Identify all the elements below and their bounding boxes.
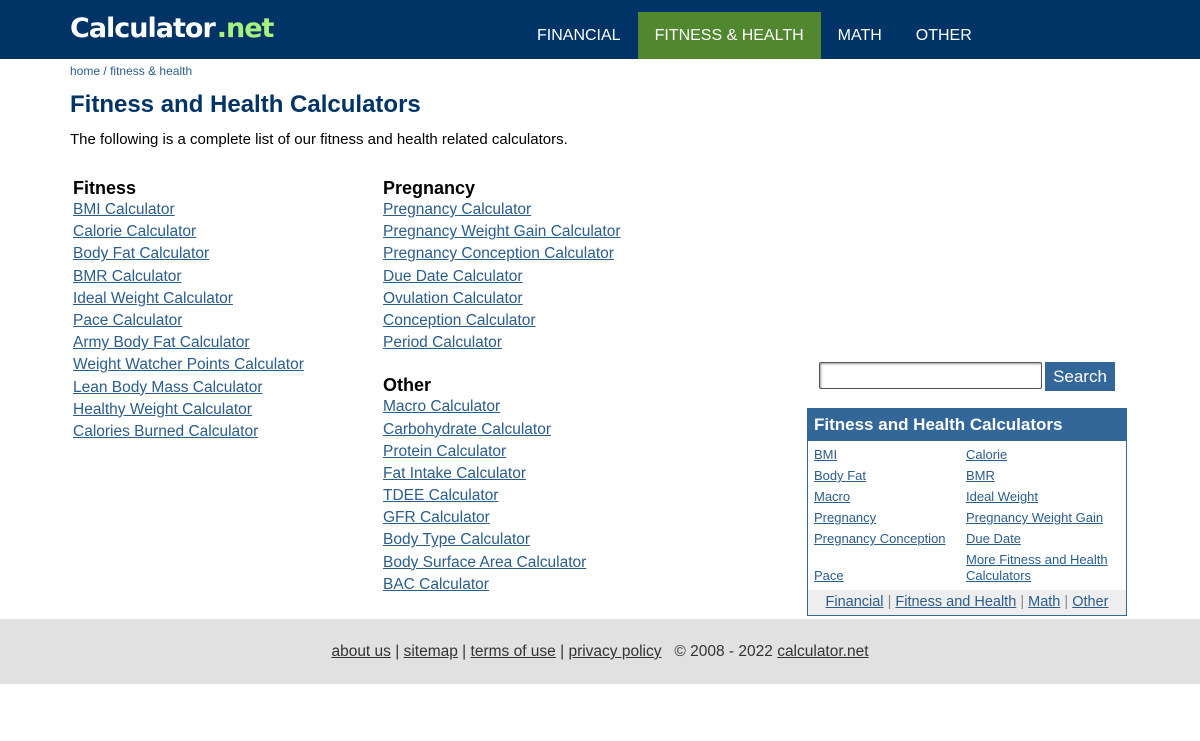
nav-other[interactable]: OTHER [899, 12, 989, 59]
sidebox-link-pregnancy-conception[interactable]: Pregnancy Conception [814, 531, 946, 547]
top-bar: Calculator.net FINANCIAL FITNESS & HEALT… [0, 0, 1200, 59]
calculator-link[interactable]: Fat Intake Calculator [383, 463, 683, 485]
search-button[interactable]: Search [1045, 362, 1115, 391]
footer-copyright: © 2008 - 2022 [674, 643, 773, 660]
sidebox-link-bmi[interactable]: BMI [814, 447, 837, 463]
sidebox-link-pace[interactable]: Pace [814, 568, 844, 584]
calculator-link[interactable]: Calorie Calculator [73, 221, 373, 243]
sidebox-footer: Financial | Fitness and Health | Math | … [808, 590, 1126, 615]
calculator-link[interactable]: Weight Watcher Points Calculator [73, 354, 373, 376]
calculator-link[interactable]: Body Surface Area Calculator [383, 552, 683, 574]
sidebox-link-macro[interactable]: Macro [814, 489, 850, 505]
sidebox-footer-math[interactable]: Math [1028, 594, 1060, 610]
nav-fitness-health[interactable]: FITNESS & HEALTH [637, 12, 821, 59]
calculator-link[interactable]: BMI Calculator [73, 199, 373, 221]
calculator-link[interactable]: Pregnancy Conception Calculator [383, 243, 683, 265]
calculator-link[interactable]: Lean Body Mass Calculator [73, 377, 373, 399]
logo-suffix: .net [216, 13, 275, 44]
sidebox-link-due-date[interactable]: Due Date [966, 531, 1021, 547]
footer-separator: | [395, 643, 400, 660]
breadcrumb-current[interactable]: fitness & health [110, 64, 192, 78]
sidebox-footer-other[interactable]: Other [1072, 594, 1108, 610]
page-intro: The following is a complete list of our … [70, 131, 568, 148]
calculator-link[interactable]: Protein Calculator [383, 441, 683, 463]
footer-privacy-policy[interactable]: privacy policy [568, 643, 661, 660]
sidebox-link-pregnancy-weight-gain[interactable]: Pregnancy Weight Gain [966, 510, 1103, 526]
footer-separator: | [560, 643, 565, 660]
footer-site-link[interactable]: calculator.net [777, 643, 868, 660]
calculator-link[interactable]: Due Date Calculator [383, 266, 683, 288]
sidebox-footer-separator: | [887, 594, 892, 610]
sidebox-footer-financial[interactable]: Financial [826, 594, 884, 610]
sidebox-footer-fitness-health[interactable]: Fitness and Health [895, 594, 1016, 610]
site-logo[interactable]: Calculator.net [70, 12, 275, 46]
sidebox-link-ideal-weight[interactable]: Ideal Weight [966, 489, 1038, 505]
calculator-link[interactable]: BAC Calculator [383, 574, 683, 596]
sidebox-footer-separator: | [1020, 594, 1025, 610]
pregnancy-heading: Pregnancy [383, 178, 476, 198]
logo-main: Calculator [70, 13, 216, 44]
footer-sitemap[interactable]: sitemap [404, 643, 458, 660]
calculator-link[interactable]: Pregnancy Calculator [383, 199, 683, 221]
pregnancy-other-column: Pregnancy Pregnancy Calculator Pregnancy … [383, 177, 683, 596]
calculator-link[interactable]: Conception Calculator [383, 310, 683, 332]
nav-math[interactable]: MATH [821, 12, 899, 59]
page-title: Fitness and Health Calculators [70, 91, 421, 118]
sidebox-footer-separator: | [1064, 594, 1069, 610]
fitness-links: BMI Calculator Calorie Calculator Body Fat… [73, 199, 373, 443]
calculator-link[interactable]: TDEE Calculator [383, 485, 683, 507]
breadcrumb-home[interactable]: home [70, 64, 100, 78]
pregnancy-links: Pregnancy Calculator Pregnancy Weight Gai… [383, 199, 683, 354]
footer-separator: | [462, 643, 467, 660]
sidebox-link-pregnancy[interactable]: Pregnancy [814, 510, 876, 526]
footer-terms-of-use[interactable]: terms of use [471, 643, 556, 660]
other-heading: Other [383, 375, 432, 396]
nav-financial[interactable]: FINANCIAL [520, 12, 638, 59]
breadcrumb: home / fitness & health [70, 64, 192, 78]
fitness-heading: Fitness [73, 178, 137, 198]
calculator-link[interactable]: Pace Calculator [73, 310, 373, 332]
calculator-link[interactable]: Carbohydrate Calculator [383, 419, 683, 441]
other-links: Macro Calculator Carbohydrate Calculator P… [383, 396, 683, 596]
search-input[interactable] [819, 362, 1042, 389]
calculator-link[interactable]: Army Body Fat Calculator [73, 332, 373, 354]
sidebox-title: Fitness and Health Calculators [808, 409, 1126, 441]
calculator-link[interactable]: BMR Calculator [73, 266, 373, 288]
calculator-link[interactable]: Period Calculator [383, 332, 683, 354]
calculator-link[interactable]: Body Fat Calculator [73, 243, 373, 265]
footer-about-us[interactable]: about us [331, 643, 390, 660]
page-footer: about us | sitemap | terms of use | priv… [0, 619, 1200, 684]
sidebox-link-bmr[interactable]: BMR [966, 468, 995, 484]
sidebox-link-body-fat[interactable]: Body Fat [814, 468, 866, 484]
sidebox-link-more[interactable]: More Fitness and Health Calculators [966, 552, 1121, 583]
fitness-column: Fitness BMI Calculator Calorie Calculator… [73, 177, 373, 443]
main-nav: FINANCIAL FITNESS & HEALTH MATH OTHER [520, 12, 989, 59]
calculator-link[interactable]: Healthy Weight Calculator [73, 399, 373, 421]
sidebox-link-calorie[interactable]: Calorie [966, 447, 1007, 463]
calculator-link[interactable]: Ideal Weight Calculator [73, 288, 373, 310]
calculator-link[interactable]: Ovulation Calculator [383, 288, 683, 310]
calculator-link[interactable]: Calories Burned Calculator [73, 421, 373, 443]
breadcrumb-separator: / [103, 64, 107, 78]
calculator-link[interactable]: GFR Calculator [383, 507, 683, 529]
related-calculators-box: Fitness and Health Calculators BMI Calor… [807, 408, 1127, 616]
calculator-link[interactable]: Pregnancy Weight Gain Calculator [383, 221, 683, 243]
calculator-link[interactable]: Macro Calculator [383, 396, 683, 418]
calculator-link[interactable]: Body Type Calculator [383, 529, 683, 551]
